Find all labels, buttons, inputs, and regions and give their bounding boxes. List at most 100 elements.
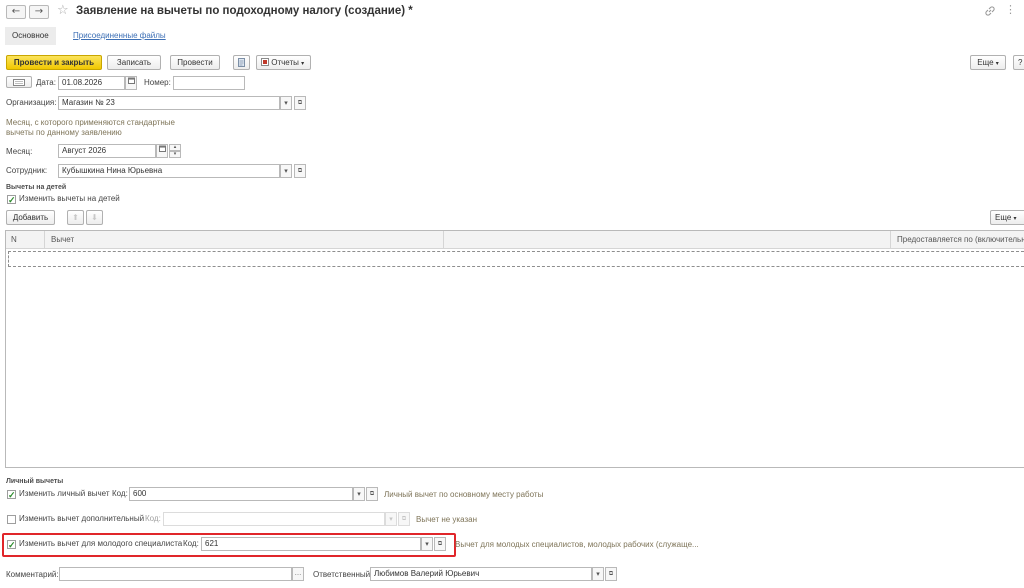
responsible-dropdown-button[interactable]: ▾	[592, 567, 604, 581]
month-increment-button[interactable]: ▴	[169, 144, 181, 151]
change-personal-label: Изменить личный вычет	[19, 489, 110, 498]
post-button[interactable]: Провести	[170, 55, 220, 70]
calendar-icon	[158, 145, 166, 152]
employee-dropdown-button[interactable]: ▾	[280, 164, 292, 178]
back-button[interactable]: ←	[6, 5, 26, 19]
children-more-label: Еще	[995, 213, 1012, 222]
date-input[interactable]: 01.08.2026	[58, 76, 125, 90]
number-label: Номер:	[144, 78, 171, 87]
change-extra-label: Изменить вычет дополнительный	[19, 514, 145, 523]
forward-button[interactable]: →	[29, 5, 49, 19]
column-valid-until[interactable]: Предоставляется по (включительно)	[892, 231, 1024, 249]
open-icon: ⧉	[369, 490, 375, 497]
personal-code-open-button[interactable]: ⧉	[366, 487, 378, 501]
tab-attached-files[interactable]: Присоединенные файлы	[66, 27, 173, 45]
checkmark-icon: ✓	[8, 195, 16, 205]
change-children-checkbox[interactable]: ✓	[7, 195, 16, 205]
organization-input[interactable]: Магазин № 23	[58, 96, 280, 110]
star-icon[interactable]: ☆	[57, 3, 69, 18]
extra-code-dropdown-button[interactable]: ▾	[385, 512, 397, 526]
open-icon: ⧉	[297, 167, 303, 174]
employee-open-button[interactable]: ⧉	[294, 164, 306, 178]
children-more-button[interactable]: Еще ▾	[990, 210, 1024, 225]
month-calendar-button[interactable]	[156, 144, 168, 158]
chevron-down-icon: ▾	[173, 151, 177, 157]
young-code-dropdown-button[interactable]: ▾	[421, 537, 433, 551]
chevron-down-icon: ▾	[284, 99, 288, 107]
chevron-up-icon: ▴	[173, 144, 177, 150]
column-empty[interactable]	[445, 231, 890, 249]
open-icon: ⧉	[297, 99, 303, 106]
reports-button[interactable]: Отчеты ▾	[256, 55, 311, 70]
extra-code-open-button[interactable]: ⧉	[398, 512, 410, 526]
chevron-down-icon: ▾	[1013, 215, 1017, 222]
month-hint: Месяц, с которого применяются стандартны…	[6, 118, 175, 137]
young-desc: Вычет для молодых специалистов, молодых …	[455, 540, 699, 549]
extra-desc: Вычет не указан	[416, 515, 477, 524]
number-input[interactable]	[173, 76, 245, 90]
more-icon[interactable]: ⋮	[1005, 3, 1016, 16]
help-button[interactable]: ?	[1013, 55, 1024, 70]
young-code-input[interactable]: 621	[201, 537, 421, 551]
change-young-checkbox[interactable]: ✓	[7, 540, 16, 550]
chevron-down-icon: ▾	[284, 167, 288, 175]
open-icon: ⧉	[401, 515, 407, 522]
link-icon[interactable]	[984, 5, 996, 17]
young-code-open-button[interactable]: ⧉	[434, 537, 446, 551]
more-label: Еще	[977, 58, 994, 67]
checkmark-icon: ✓	[8, 540, 16, 550]
comment-expand-button[interactable]: …	[292, 567, 304, 581]
move-up-button[interactable]: ⬆	[67, 210, 84, 225]
young-code-label: Код:	[183, 539, 199, 548]
chevron-down-icon: ▾	[389, 515, 393, 523]
employee-input[interactable]: Кубышкина Нина Юрьевна	[58, 164, 280, 178]
calendar-button[interactable]	[125, 76, 137, 90]
arrow-down-icon: ⬇	[91, 213, 98, 222]
comment-input[interactable]	[59, 567, 292, 581]
column-number[interactable]: N	[6, 231, 42, 249]
chevron-down-icon: ▾	[425, 540, 429, 548]
reports-icon	[261, 58, 269, 66]
tab-main[interactable]: Основное	[5, 27, 56, 45]
personal-code-dropdown-button[interactable]: ▾	[353, 487, 365, 501]
page-title: Заявление на вычеты по подоходному налог…	[76, 5, 413, 17]
change-personal-checkbox[interactable]: ✓	[7, 490, 16, 500]
print-document-button[interactable]	[233, 55, 250, 70]
extra-code-label: Код:	[145, 514, 161, 523]
month-decrement-button[interactable]: ▾	[169, 151, 181, 158]
organization-dropdown-button[interactable]: ▾	[280, 96, 292, 110]
header-collapse-button[interactable]	[6, 76, 32, 88]
ellipsis-icon: …	[294, 570, 302, 577]
calendar-icon	[127, 77, 135, 84]
forward-arrow-icon: →	[34, 6, 44, 17]
change-extra-checkbox[interactable]	[7, 515, 16, 524]
column-deduction[interactable]: Вычет	[46, 231, 441, 249]
children-section-title: Вычеты на детей	[6, 184, 67, 191]
keyboard-icon	[13, 79, 25, 86]
reports-label: Отчеты	[271, 58, 299, 67]
change-children-label: Изменить вычеты на детей	[19, 194, 120, 203]
save-button[interactable]: Записать	[107, 55, 161, 70]
personal-code-input[interactable]: 600	[129, 487, 353, 501]
personal-section-title: Личный вычеты	[6, 478, 64, 485]
organization-open-button[interactable]: ⧉	[294, 96, 306, 110]
personal-desc: Личный вычет по основному месту работы	[384, 490, 544, 499]
chevron-down-icon: ▾	[995, 60, 999, 67]
employee-label: Сотрудник:	[6, 166, 48, 175]
responsible-input[interactable]: Любимов Валерий Юрьевич	[370, 567, 592, 581]
table-row[interactable]	[8, 251, 1024, 267]
children-table[interactable]: N Вычет Предоставляется по (включительно…	[5, 230, 1024, 468]
add-child-button[interactable]: Добавить	[6, 210, 55, 225]
more-button[interactable]: Еще ▾	[970, 55, 1006, 70]
open-icon: ⧉	[608, 570, 614, 577]
move-down-button[interactable]: ⬇	[86, 210, 103, 225]
month-input[interactable]: Август 2026	[58, 144, 156, 158]
document-icon	[238, 58, 245, 67]
extra-code-input[interactable]	[163, 512, 385, 526]
chevron-down-icon: ▾	[357, 490, 361, 498]
post-and-close-button[interactable]: Провести и закрыть	[6, 55, 102, 70]
responsible-open-button[interactable]: ⧉	[605, 567, 617, 581]
personal-code-label: Код:	[112, 489, 128, 498]
organization-label: Организация:	[6, 98, 57, 107]
tabs-bar: Основное Присоединенные файлы	[0, 27, 1024, 45]
